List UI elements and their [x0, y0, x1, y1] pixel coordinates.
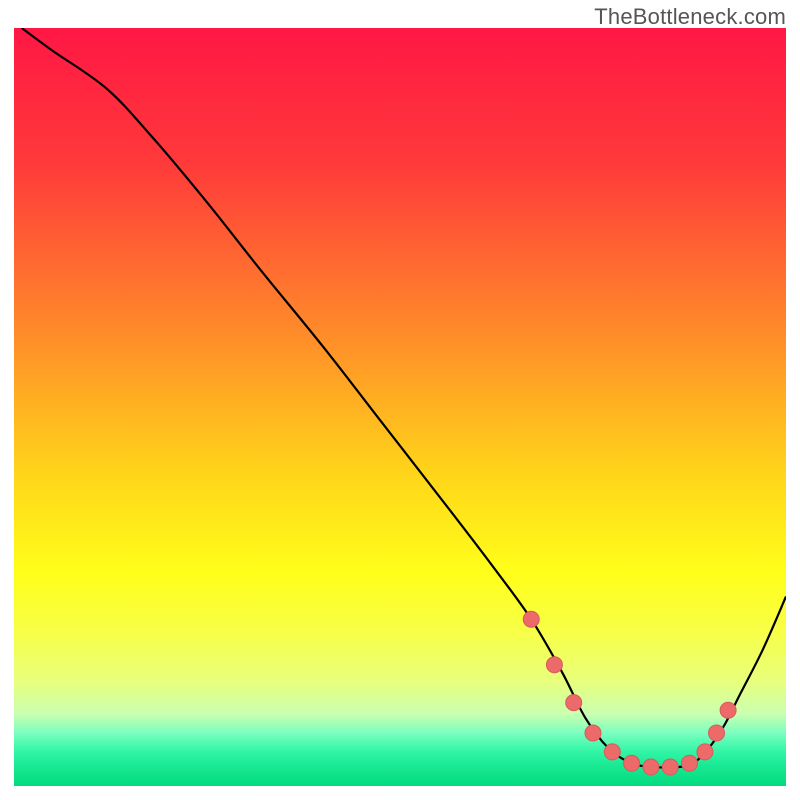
optimal-point-dot [624, 755, 640, 771]
optimal-point-dot [523, 611, 539, 627]
optimal-point-dot [643, 759, 659, 775]
chart-svg [14, 28, 786, 786]
optimal-point-dot [697, 744, 713, 760]
optimal-point-dot [720, 702, 736, 718]
plot-area [14, 28, 786, 786]
chart-stage: TheBottleneck.com [0, 0, 800, 800]
optimal-point-dot [604, 744, 620, 760]
optimal-point-dot [662, 759, 678, 775]
optimal-point-dot [682, 755, 698, 771]
optimal-point-dot [585, 725, 601, 741]
optimal-point-dot [546, 657, 562, 673]
watermark-text: TheBottleneck.com [594, 4, 786, 30]
optimal-point-dot [709, 725, 725, 741]
gradient-background [14, 28, 786, 786]
optimal-point-dot [566, 695, 582, 711]
